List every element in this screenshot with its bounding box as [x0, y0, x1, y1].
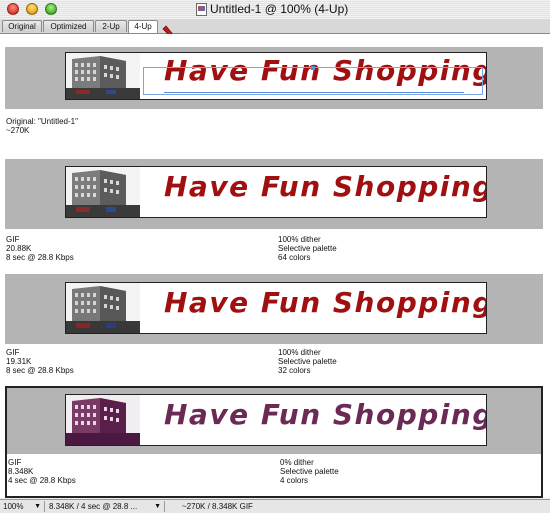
- colors-label: 64 colors: [278, 253, 311, 262]
- building-image: [66, 395, 140, 445]
- original-label: Original: "Untitled-1": [6, 117, 78, 126]
- palette-label: Selective palette: [278, 244, 337, 253]
- zoom-level-dropdown[interactable]: 100% ▼: [1, 501, 45, 512]
- banner-image[interactable]: Have Fun Shopping: [65, 282, 487, 334]
- title-bar[interactable]: Untitled-1 @ 100% (4-Up): [0, 0, 550, 20]
- download-time: 8 sec @ 28.8 Kbps: [6, 366, 74, 375]
- palette-label: Selective palette: [278, 357, 337, 366]
- file-size: 20.88K: [6, 244, 32, 253]
- zoom-button[interactable]: [45, 3, 57, 15]
- format-label: GIF: [6, 348, 20, 357]
- download-info: 8.348K / 4 sec @ 28.8 ...: [49, 502, 138, 511]
- minimize-button[interactable]: [26, 3, 38, 15]
- preview-pane-gif-64[interactable]: Have Fun Shopping GIF 20.88K 8 sec @ 28.…: [5, 159, 543, 275]
- slice-selection[interactable]: [143, 67, 483, 95]
- pane-info-right: 100% dither Selective palette 64 colors: [278, 235, 337, 262]
- dither-label: 100% dither: [278, 235, 321, 244]
- pane-info-right: 0% dither Selective palette 4 colors: [280, 458, 339, 485]
- size-info: ~270K / 8.348K GIF: [180, 501, 300, 512]
- tab-optimized[interactable]: Optimized: [43, 20, 94, 32]
- colors-label: 4 colors: [280, 476, 309, 485]
- pane-info-left: GIF 20.88K 8 sec @ 28.8 Kbps: [6, 235, 74, 262]
- format-label: GIF: [6, 235, 20, 244]
- window-title: Untitled-1 @ 100% (4-Up): [210, 2, 349, 16]
- chevron-down-icon: ▼: [34, 503, 41, 510]
- banner-text: Have Fun Shopping: [164, 398, 487, 431]
- slice-handle[interactable]: [311, 66, 315, 70]
- building-image: [66, 167, 140, 217]
- tab-2-up[interactable]: 2-Up: [95, 20, 127, 32]
- size-info-text: ~270K / 8.348K GIF: [182, 502, 253, 511]
- pane-info: Original: "Untitled-1" ~270K: [6, 117, 78, 135]
- preview-pane-gif-32[interactable]: Have Fun Shopping GIF 19.31K 8 sec @ 28.…: [5, 274, 543, 386]
- original-size: ~270K: [6, 126, 30, 135]
- file-size: 8.348K: [8, 467, 34, 476]
- save-for-web-window: Untitled-1 @ 100% (4-Up) Original Optimi…: [0, 0, 550, 513]
- banner-text: Have Fun Shopping: [164, 170, 487, 203]
- tab-4-up[interactable]: 4-Up: [128, 20, 158, 33]
- file-size: 19.31K: [6, 357, 32, 366]
- pane-info-left: GIF 8.348K 4 sec @ 28.8 Kbps: [8, 458, 76, 485]
- view-tabs: Original Optimized 2-Up 4-Up: [0, 19, 550, 34]
- banner-image[interactable]: Have Fun Shopping: [65, 52, 487, 100]
- close-button[interactable]: [7, 3, 19, 15]
- download-time: 4 sec @ 28.8 Kbps: [8, 476, 76, 485]
- guide-line: [164, 92, 464, 93]
- pane-info-left: GIF 19.31K 8 sec @ 28.8 Kbps: [6, 348, 74, 375]
- status-bar: 100% ▼ 8.348K / 4 sec @ 28.8 ... ▼ ~270K…: [0, 499, 550, 513]
- document-icon: [196, 3, 207, 16]
- format-label: GIF: [8, 458, 22, 467]
- building-image: [66, 283, 140, 333]
- banner-image[interactable]: Have Fun Shopping: [65, 394, 487, 446]
- download-time: 8 sec @ 28.8 Kbps: [6, 253, 74, 262]
- palette-label: Selective palette: [280, 467, 339, 476]
- preview-pane-gif-4[interactable]: Have Fun Shopping GIF 8.348K 4 sec @ 28.…: [5, 386, 543, 498]
- zoom-level: 100%: [3, 502, 24, 511]
- banner-image[interactable]: Have Fun Shopping: [65, 166, 487, 218]
- banner-text: Have Fun Shopping: [164, 286, 487, 319]
- preview-pane-original[interactable]: Have Fun Shopping Original: "Untitled-1"…: [5, 47, 543, 163]
- colors-label: 32 colors: [278, 366, 311, 375]
- tab-original[interactable]: Original: [2, 20, 42, 32]
- preview-area: Have Fun Shopping Original: "Untitled-1"…: [0, 34, 550, 498]
- dither-label: 100% dither: [278, 348, 321, 357]
- pane-info-right: 100% dither Selective palette 32 colors: [278, 348, 337, 375]
- download-speed-dropdown[interactable]: 8.348K / 4 sec @ 28.8 ... ▼: [47, 501, 165, 512]
- dither-label: 0% dither: [280, 458, 314, 467]
- building-image: [66, 53, 140, 99]
- chevron-down-icon: ▼: [154, 503, 161, 510]
